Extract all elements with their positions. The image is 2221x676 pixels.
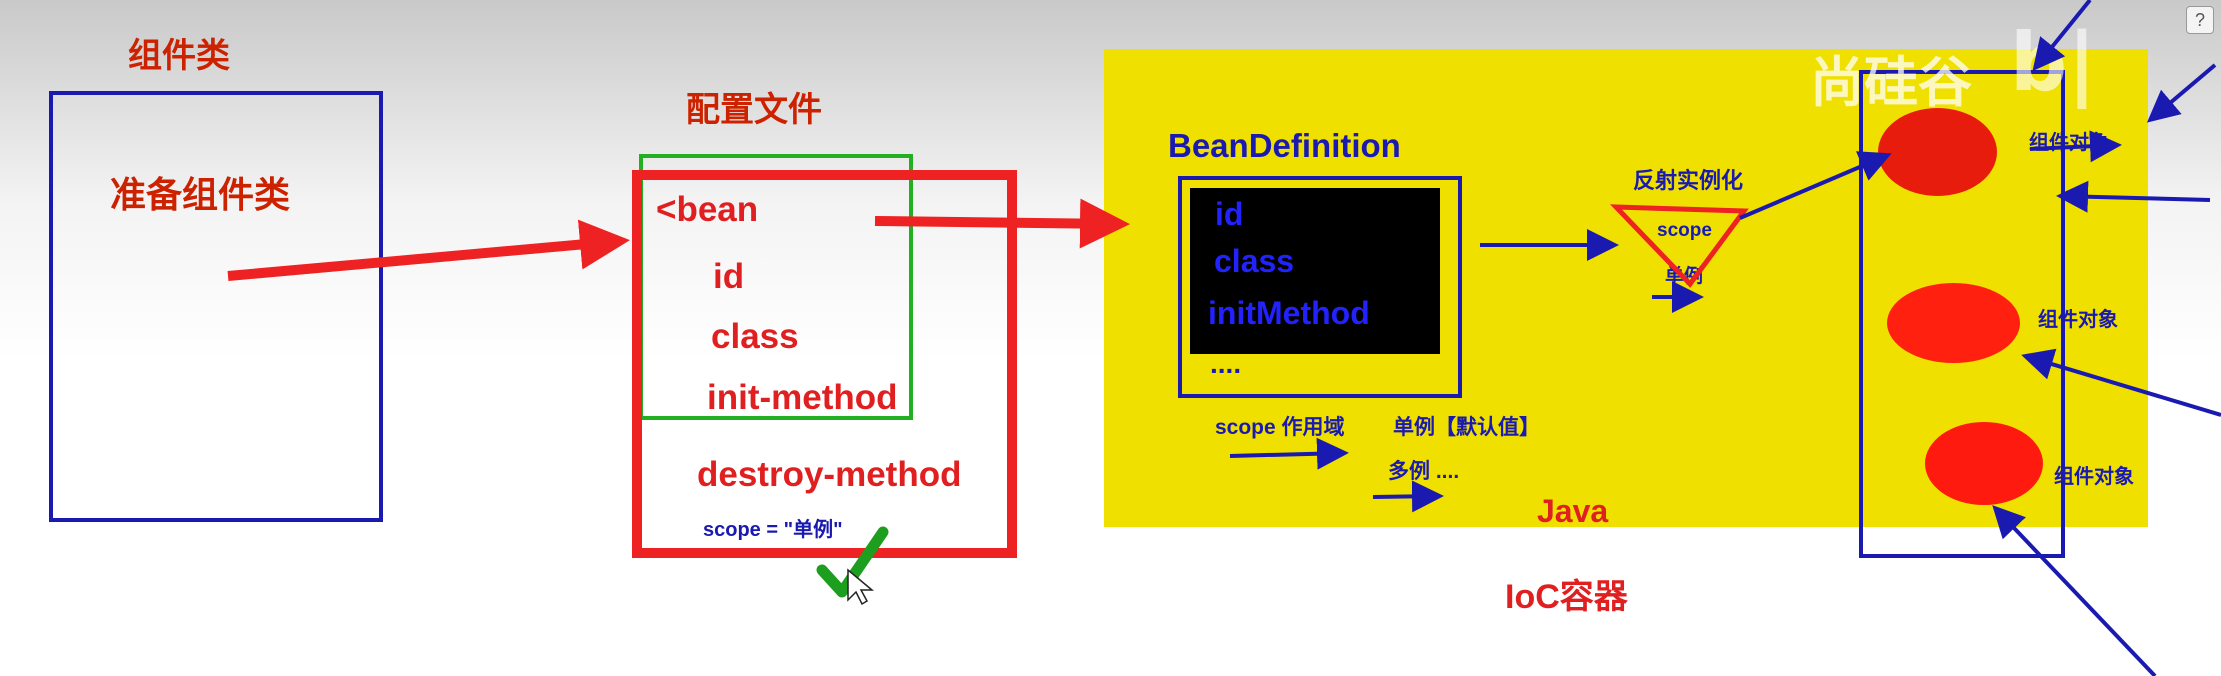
arrow-config-to-bean-definition [874,198,1130,249]
arrow-incoming-middle [2021,348,2221,417]
arrow-object-label-1 [2029,130,2122,163]
arrow-incoming-upper [2056,180,2211,213]
arrow-incoming-top [2032,0,2092,72]
arrow-incoming-bottom [1992,505,2157,676]
arrow-class-to-config [227,219,630,281]
arrow-scope-domain [1229,437,1349,470]
arrow-funnel-to-object [1739,151,1892,220]
arrow-incoming-top-right [2146,63,2217,123]
funnel-icon [1609,204,1749,288]
arrow-prototype [1372,480,1444,513]
diagram-arrows-layer [227,0,2221,676]
